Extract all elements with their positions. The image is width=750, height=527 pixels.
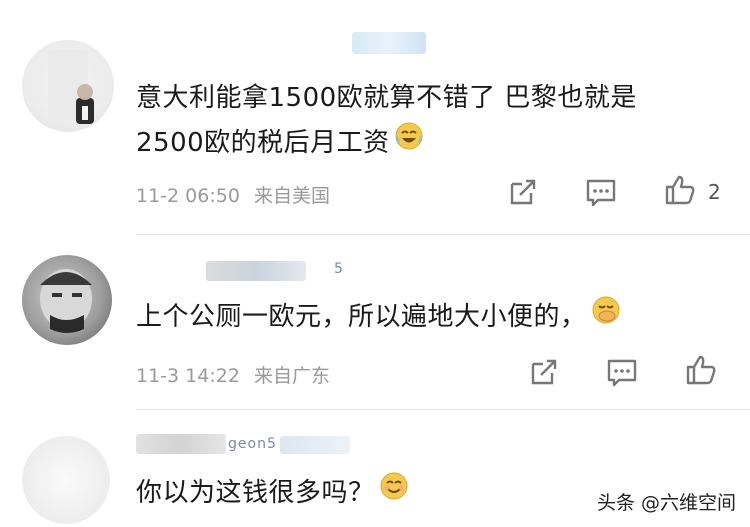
comment-text-line-1: 意大利能拿1500欧就算不错了 巴黎也就是: [136, 83, 637, 113]
comment-2: 5 上个公厕一欧元，所以遍地大小便的， 11-3 14:22 来自广东: [0, 235, 750, 410]
like-count: 2: [708, 180, 721, 204]
username-blurred[interactable]: [206, 261, 306, 281]
comment-text: 上个公厕一欧元，所以遍地大小便的，: [136, 295, 621, 340]
comment-1: 意大利能拿1500欧就算不错了 巴黎也就是 2500欧的税后月工资 11-2 0…: [0, 0, 750, 235]
comment-time: 11-2 06:50: [136, 185, 240, 207]
username-blurred: [280, 436, 350, 454]
smiling-face-icon: [379, 471, 409, 516]
username-fragment: geon5: [228, 436, 277, 452]
comment-text: 你以为这钱很多吗？: [136, 471, 409, 516]
avatar[interactable]: [22, 436, 110, 524]
reply-icon: [607, 359, 637, 387]
comment-meta: 11-2 06:50 来自美国: [136, 181, 330, 208]
username-fragment: 5: [334, 261, 344, 277]
share-icon: [531, 359, 557, 385]
like-button[interactable]: [684, 353, 718, 387]
thumbs-up-icon: [686, 355, 716, 385]
avatar[interactable]: [22, 255, 112, 345]
like-button[interactable]: [663, 173, 697, 207]
comment-text: 意大利能拿1500欧就算不错了 巴黎也就是 2500欧的税后月工资: [136, 76, 637, 166]
avatar-image: [48, 50, 94, 124]
comment-text-line-2: 2500欧的税后月工资: [136, 121, 637, 166]
username-blurred[interactable]: [136, 434, 226, 454]
reply-button[interactable]: [605, 356, 639, 390]
crying-laughing-icon: [394, 121, 424, 166]
avatar[interactable]: [22, 40, 114, 132]
reply-icon: [586, 179, 616, 207]
share-button[interactable]: [527, 355, 561, 389]
comment-location: 来自美国: [253, 185, 330, 207]
comment-time: 11-3 14:22: [136, 365, 240, 387]
share-icon: [510, 179, 536, 205]
comment-location: 来自广东: [253, 365, 330, 387]
username-blurred[interactable]: [352, 32, 426, 54]
hand-over-mouth-icon: [591, 295, 621, 340]
thumbs-up-icon: [665, 175, 695, 205]
watermark: 头条 @六维空间: [596, 492, 736, 514]
comment-meta: 11-3 14:22 来自广东: [136, 361, 330, 388]
reply-button[interactable]: [584, 176, 618, 210]
share-button[interactable]: [506, 175, 540, 209]
avatar-image: [40, 269, 92, 333]
